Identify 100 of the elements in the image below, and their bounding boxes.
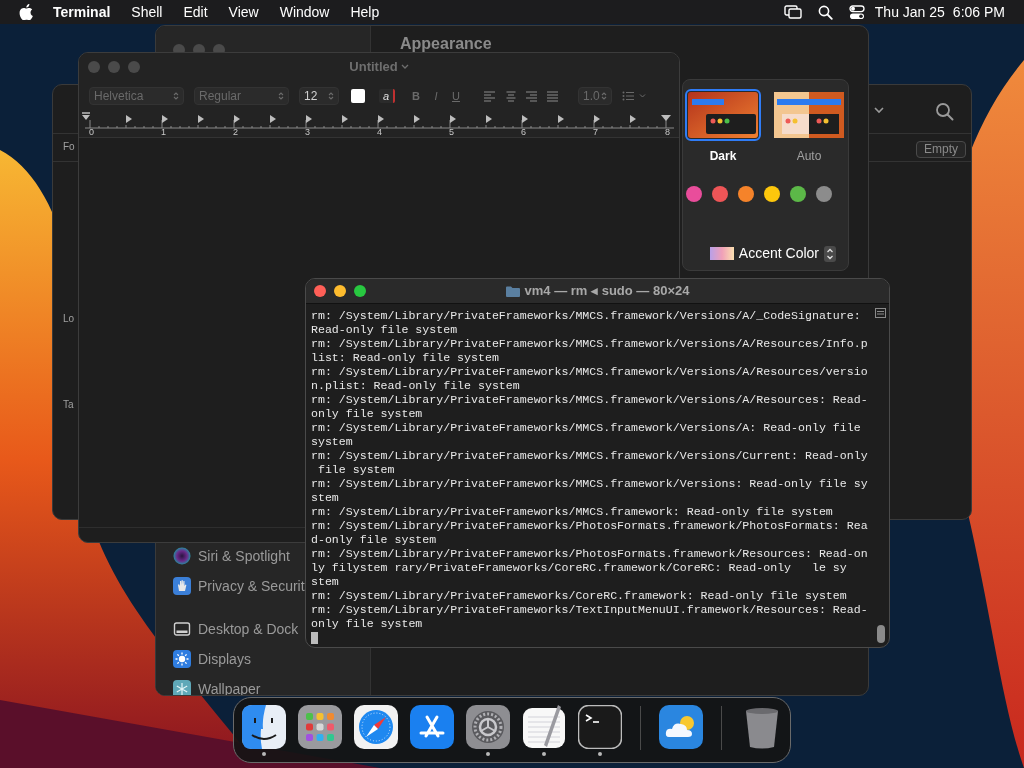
- text-style-button[interactable]: U: [449, 87, 463, 105]
- terminal-line: rm: /System/Library/PrivateFrameworks/MMCS.framework/Versions/A/Resources: Read-: [311, 393, 869, 407]
- text-color-well[interactable]: [351, 89, 365, 103]
- terminal-icon[interactable]: [578, 705, 622, 749]
- terminal-line: d-only file system: [311, 533, 438, 547]
- terminal-line: file system: [316, 463, 396, 477]
- menu-item[interactable]: View: [228, 1, 259, 23]
- text-style-button[interactable]: I: [429, 87, 443, 105]
- accent-color-swatch[interactable]: [712, 186, 728, 202]
- compass-icon[interactable]: [354, 705, 398, 749]
- accent-color-label: Accent Color: [738, 244, 819, 263]
- terminal-line: system: [311, 435, 354, 449]
- ruler-number: 0: [89, 127, 94, 137]
- menu-item[interactable]: Edit: [183, 1, 208, 23]
- accent-color-swatch[interactable]: [790, 186, 806, 202]
- appearance-label: Auto: [796, 148, 822, 165]
- accent-color-swatch[interactable]: [816, 186, 832, 202]
- close-button[interactable]: [314, 285, 326, 297]
- list-icon[interactable]: [622, 91, 646, 101]
- empty-button[interactable]: Empty: [916, 141, 966, 158]
- terminal-line: only file system: [311, 407, 424, 421]
- ruler-number: 6: [521, 127, 526, 137]
- menu-item[interactable]: Window: [279, 1, 330, 23]
- scrollbar-thumb[interactable]: [876, 625, 885, 643]
- terminal-line: ly filystem rary/PrivateFrameworks/CoreRC.framework/CoreRC: Read-only le sy: [311, 561, 848, 575]
- terminal-line: list: Read-only file system: [311, 351, 500, 365]
- appearance-thumbnail[interactable]: [771, 89, 847, 141]
- ruler-number: 3: [305, 127, 310, 137]
- app-menu[interactable]: Terminal: [53, 1, 111, 23]
- gradient-swatch: [709, 247, 734, 260]
- chevron-down-icon[interactable]: [400, 64, 409, 70]
- desktop-dock-icon: [173, 620, 191, 638]
- stepper-icon[interactable]: [824, 245, 836, 262]
- chevron-down-icon[interactable]: [874, 107, 884, 114]
- ruler-number: 1: [161, 127, 166, 137]
- accent-color-swatch[interactable]: [764, 186, 780, 202]
- label: Fo: [63, 141, 75, 153]
- launchpad-icon[interactable]: [298, 705, 342, 749]
- sidebar-item[interactable]: Privacy & Securit: [198, 575, 305, 597]
- terminal-line: only file system: [311, 617, 424, 631]
- pane-title: Appearance: [400, 35, 492, 53]
- apple-logo-icon[interactable]: [19, 4, 33, 20]
- split-pane-icon[interactable]: [875, 308, 886, 318]
- ruler-number: 4: [377, 127, 382, 137]
- stepper-icon: [278, 91, 284, 101]
- snowflake-icon: [173, 680, 191, 695]
- ruler-number: 7: [593, 127, 598, 137]
- terminal-line: rm: /System/Library/PrivateFrameworks/MMCS.framework/Versions/A/Resources/Info.p: [311, 337, 869, 351]
- terminal-line: rm: /System/Library/PrivateFrameworks/MMCS.framework/Versions: Read-only file sy: [311, 477, 869, 491]
- font-size-popup[interactable]: 12: [299, 87, 339, 105]
- ruler-number: 2: [233, 127, 238, 137]
- label: Lo: [63, 313, 75, 325]
- menu-bar-time[interactable]: 6:06 PM: [952, 1, 1005, 23]
- window-title: Untitled: [349, 58, 398, 77]
- sidebar-item[interactable]: Siri & Spotlight: [198, 545, 290, 567]
- minimize-button[interactable]: [334, 285, 346, 297]
- siri-orb-icon: [173, 547, 191, 565]
- menu-item[interactable]: Help: [350, 1, 380, 23]
- finder-icon[interactable]: [242, 705, 286, 749]
- appearance-label: Dark: [709, 148, 737, 165]
- search-icon[interactable]: [817, 4, 833, 20]
- terminal-line: rm: /System/Library/PrivateFrameworks/MMCS.framework/Versions/A/_CodeSignature:: [311, 309, 862, 323]
- terminal-line: rm: /System/Library/PrivateFrameworks/MMCS.framework/Versions/A/Resources/versio: [311, 365, 869, 379]
- appearance-thumbnail[interactable]: [685, 89, 761, 141]
- menu-item[interactable]: Shell: [131, 1, 163, 23]
- window-title: vm4 — rm ◂ sudo — 80×24: [524, 282, 690, 301]
- text-style-button[interactable]: B: [409, 87, 423, 105]
- stepper-icon: [328, 91, 334, 101]
- terminal-line: stem: [311, 491, 340, 505]
- accent-color-swatch[interactable]: [738, 186, 754, 202]
- app-store-icon[interactable]: [410, 705, 454, 749]
- search-icon[interactable]: [935, 102, 954, 121]
- terminal-line: rm: /System/Library/PrivateFrameworks/PhotosFormats.framework/Resources: Read-on: [311, 547, 869, 561]
- stepper-icon: [173, 91, 179, 101]
- hand-icon: [173, 577, 191, 595]
- terminal-line: rm: /System/Library/PrivateFrameworks/MMCS.framework/Versions/A: Read-only file: [311, 421, 862, 435]
- folder-icon: [505, 285, 520, 297]
- sidebar-item[interactable]: Desktop & Dock: [198, 618, 299, 640]
- notepad-pen-icon[interactable]: [522, 705, 566, 749]
- terminal-line: rm: /System/Library/PrivateFrameworks/PhotosFormats.framework/PhotosFormats: Rea: [311, 519, 869, 533]
- gear-icon[interactable]: [466, 705, 510, 749]
- text-cursor: [311, 632, 318, 644]
- menu-bar-date[interactable]: Thu Jan 25: [874, 1, 945, 23]
- control-center-icon[interactable]: [848, 4, 865, 20]
- terminal-line: Read-only file system: [311, 323, 459, 337]
- terminal-line: rm: /System/Library/PrivateFrameworks/MMCS.framework: Read-only file system: [311, 505, 834, 519]
- stepper-icon: [601, 91, 607, 101]
- screen-mirroring-icon[interactable]: [783, 5, 802, 19]
- terminal-line: n.plist: Read-only file system: [311, 379, 521, 393]
- accent-color-swatch[interactable]: [686, 186, 702, 202]
- zoom-button[interactable]: [354, 285, 366, 297]
- terminal-line: rm: /System/Library/PrivateFrameworks/MMCS.framework/Versions/Current: Read-only: [311, 449, 869, 463]
- sidebar-item[interactable]: Displays: [198, 648, 251, 670]
- weather-icon[interactable]: [659, 705, 703, 749]
- terminal-line: rm: /System/Library/PrivateFrameworks/CoreRC.framework: Read-only file system: [311, 589, 848, 603]
- ruler-number: 8: [665, 127, 670, 137]
- label: Ta: [63, 399, 74, 411]
- terminal-line: rm: /System/Library/PrivateFrameworks/TextInputMenuUI.framework/Resources: Read-: [311, 603, 869, 617]
- sun-icon: [173, 650, 191, 668]
- highlight-color-button[interactable]: a: [379, 89, 395, 103]
